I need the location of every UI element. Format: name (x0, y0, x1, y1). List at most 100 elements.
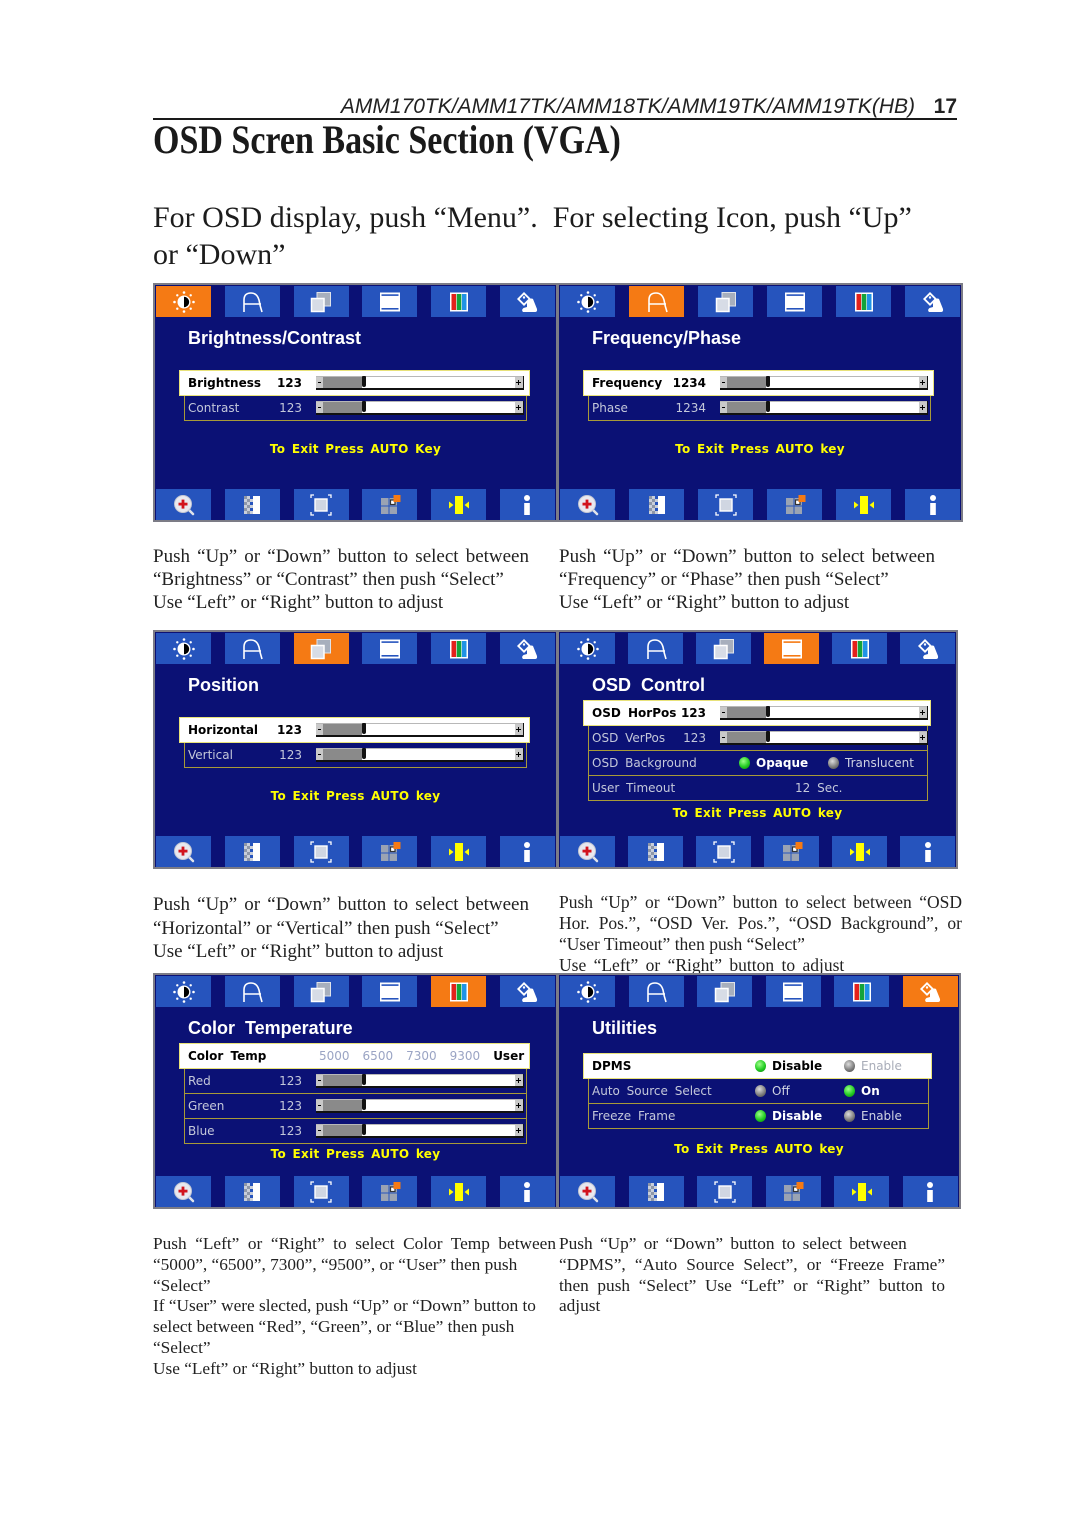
tab-color-temperature[interactable] (431, 633, 487, 664)
tab-osd-control[interactable] (362, 976, 418, 1007)
tab-position[interactable] (293, 286, 349, 317)
tab-scaling[interactable] (293, 1176, 349, 1207)
tab-zoom[interactable] (156, 489, 211, 520)
setting-row[interactable]: Green 123 (184, 1094, 527, 1119)
tab-sharpness[interactable] (628, 836, 683, 867)
tab-scaling[interactable] (697, 1176, 753, 1207)
setting-row[interactable]: Auto Source Select Off On (588, 1079, 929, 1104)
minus-icon[interactable] (316, 724, 323, 735)
setting-row[interactable]: Blue 123 (184, 1119, 527, 1144)
tab-layout[interactable] (362, 489, 418, 520)
tab-auto-adjust[interactable] (834, 1176, 890, 1207)
plus-icon[interactable] (515, 1125, 523, 1136)
value-slider[interactable] (316, 723, 523, 737)
setting-row[interactable]: OSD HorPos 123 (583, 700, 931, 726)
tab-brightness-contrast[interactable] (560, 633, 615, 664)
minus-icon[interactable] (316, 402, 323, 413)
slider-thumb[interactable] (766, 376, 770, 387)
option[interactable]: Off (755, 1079, 844, 1103)
tab-osd-control[interactable] (767, 286, 822, 317)
tab-frequency-phase[interactable] (224, 976, 280, 1007)
minus-icon[interactable] (316, 377, 323, 388)
plus-icon[interactable] (515, 1100, 523, 1111)
minus-icon[interactable] (720, 707, 727, 718)
tab-brightness-contrast[interactable] (156, 286, 211, 317)
setting-row[interactable]: Frequency 1234 (583, 370, 934, 396)
slider-thumb[interactable] (766, 731, 770, 742)
tab-information[interactable] (905, 489, 960, 520)
value-slider[interactable] (720, 731, 927, 745)
tab-information[interactable] (900, 836, 955, 867)
option-opaque[interactable]: Opaque (739, 751, 828, 775)
tab-information[interactable] (499, 836, 555, 867)
slider-thumb[interactable] (362, 1074, 366, 1085)
slider-thumb[interactable] (362, 401, 366, 412)
tab-position[interactable] (293, 976, 349, 1007)
tab-position[interactable] (696, 633, 751, 664)
tab-layout[interactable] (362, 1176, 418, 1207)
setting-row[interactable]: Brightness 123 (179, 370, 530, 396)
tab-frequency-phase[interactable] (629, 286, 684, 317)
plus-icon[interactable] (515, 377, 523, 388)
plus-icon[interactable] (919, 732, 927, 743)
option[interactable]: Enable (844, 1104, 933, 1128)
setting-row[interactable]: Color Temp 5000 6500 7300 9300 User (179, 1043, 530, 1069)
tab-color-temperature[interactable] (431, 286, 487, 317)
slider-thumb[interactable] (362, 1099, 366, 1110)
option[interactable]: Enable (844, 1054, 933, 1078)
color-temp-option[interactable]: 7300 (406, 1044, 437, 1068)
plus-icon[interactable] (919, 377, 927, 388)
tab-osd-control[interactable] (765, 976, 821, 1007)
slider-thumb[interactable] (362, 376, 366, 387)
tab-zoom[interactable] (560, 1176, 615, 1207)
setting-row[interactable]: OSD VerPos 123 (588, 726, 928, 751)
color-temp-option[interactable]: 6500 (363, 1044, 394, 1068)
value-slider[interactable] (316, 376, 523, 390)
tab-osd-control[interactable] (362, 286, 418, 317)
tab-sharpness[interactable] (224, 489, 280, 520)
setting-row[interactable]: Horizontal 123 (179, 717, 530, 743)
value-slider[interactable] (316, 1099, 523, 1113)
tab-frequency-phase[interactable] (224, 286, 280, 317)
plus-icon[interactable] (919, 707, 927, 718)
setting-row[interactable]: Phase 1234 (588, 396, 931, 421)
slider-thumb[interactable] (362, 748, 366, 759)
tab-utilities[interactable] (499, 976, 555, 1007)
tab-scaling[interactable] (698, 489, 753, 520)
option-translucent[interactable]: Translucent (828, 751, 917, 775)
tab-sharpness[interactable] (629, 489, 684, 520)
option[interactable]: On (844, 1079, 933, 1103)
tab-information[interactable] (902, 1176, 958, 1207)
minus-icon[interactable] (720, 377, 727, 388)
setting-row[interactable]: DPMS Disable Enable (583, 1053, 932, 1079)
tab-frequency-phase[interactable] (628, 976, 684, 1007)
tab-scaling[interactable] (696, 836, 751, 867)
tab-brightness-contrast[interactable] (156, 633, 211, 664)
tab-layout[interactable] (765, 1176, 821, 1207)
color-temp-option[interactable]: User (493, 1044, 524, 1068)
tab-auto-adjust[interactable] (431, 1176, 487, 1207)
tab-position[interactable] (293, 633, 349, 664)
tab-osd-control[interactable] (764, 633, 819, 664)
minus-icon[interactable] (720, 402, 727, 413)
plus-icon[interactable] (919, 402, 927, 413)
tab-utilities[interactable] (499, 633, 555, 664)
plus-icon[interactable] (515, 402, 523, 413)
tab-frequency-phase[interactable] (628, 633, 683, 664)
value-slider[interactable] (316, 1124, 523, 1138)
tab-zoom[interactable] (560, 836, 615, 867)
setting-row[interactable]: Vertical 123 (184, 743, 527, 768)
value-slider[interactable] (720, 376, 927, 390)
tab-layout[interactable] (764, 836, 819, 867)
tab-color-temperature[interactable] (832, 633, 887, 664)
tab-color-temperature[interactable] (836, 286, 891, 317)
slider-thumb[interactable] (362, 723, 366, 734)
slider-thumb[interactable] (766, 401, 770, 412)
plus-icon[interactable] (515, 724, 523, 735)
tab-brightness-contrast[interactable] (560, 286, 615, 317)
setting-row[interactable]: Red 123 (184, 1069, 527, 1094)
option[interactable]: Disable (755, 1054, 844, 1078)
tab-zoom[interactable] (156, 1176, 211, 1207)
value-slider[interactable] (720, 401, 927, 415)
color-temp-option[interactable]: 9300 (450, 1044, 481, 1068)
